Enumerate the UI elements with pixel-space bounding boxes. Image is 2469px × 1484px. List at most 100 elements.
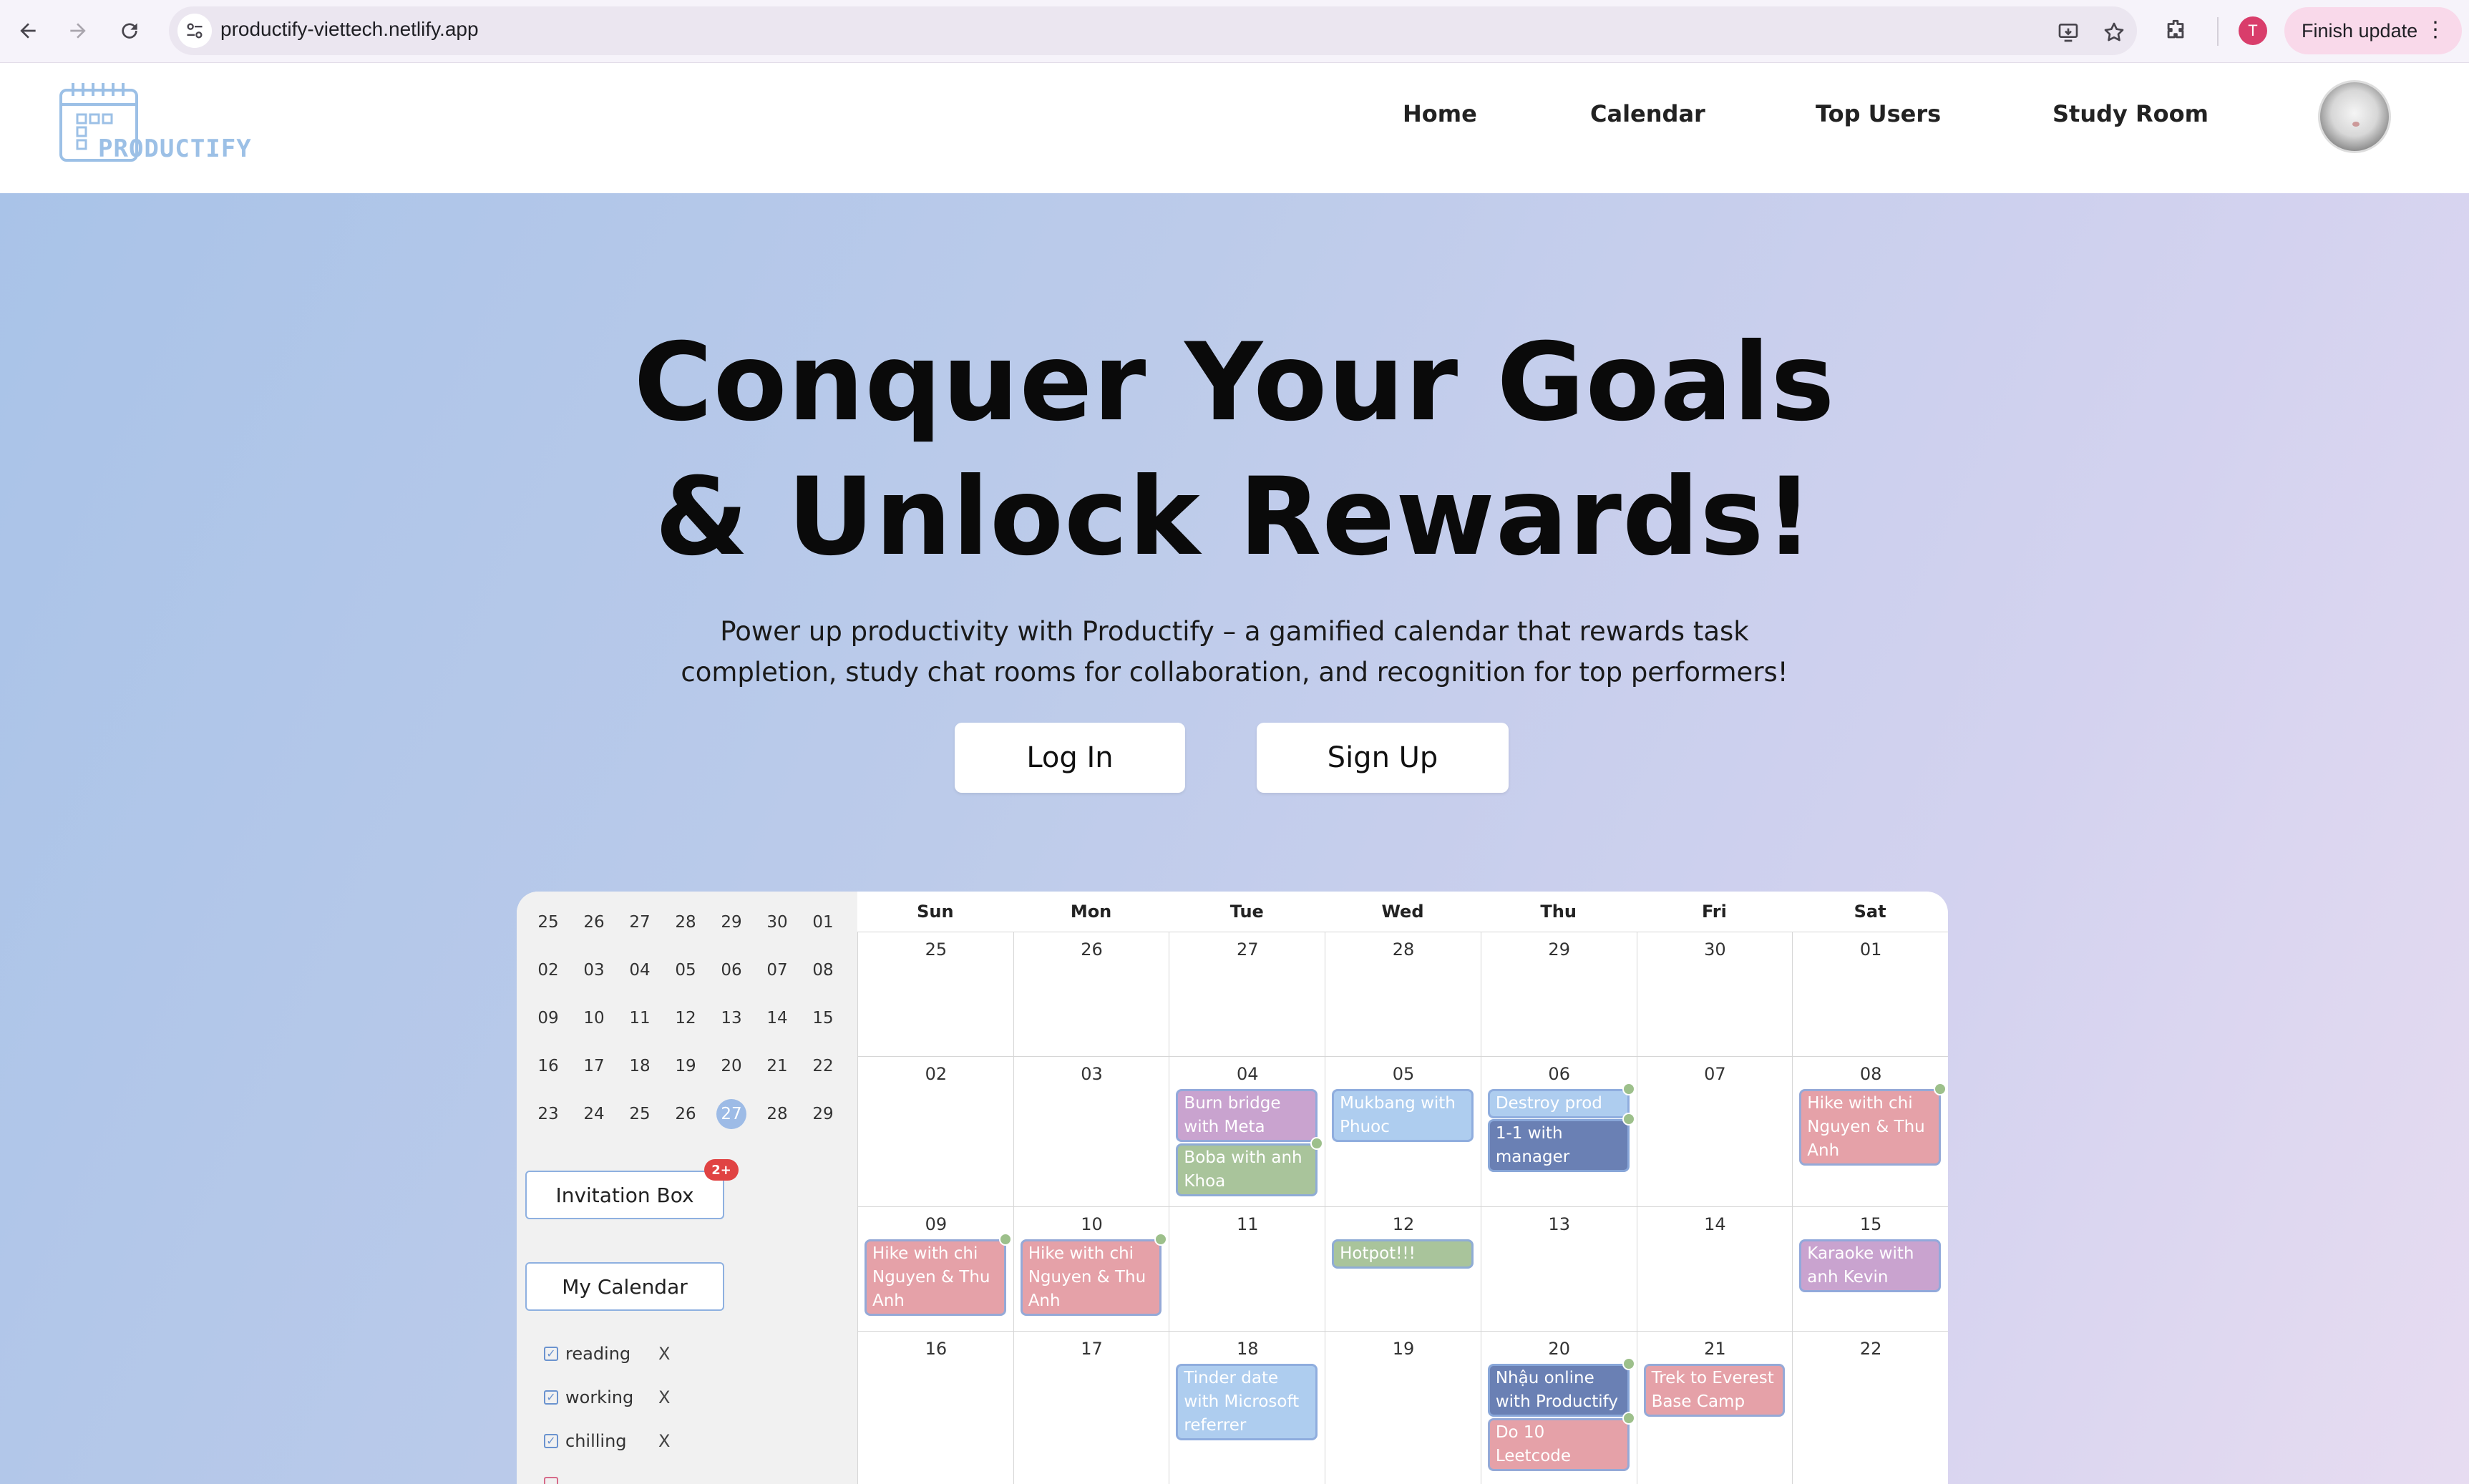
mini-calendar-day[interactable]: 28 — [668, 913, 703, 932]
mini-calendar-day[interactable]: 19 — [668, 1057, 703, 1075]
category-checkbox[interactable]: ✓ — [544, 1434, 558, 1448]
calendar-event[interactable]: Do 10 Leetcode Hard — [1487, 1418, 1630, 1471]
calendar-day-cell[interactable]: 13 — [1480, 1206, 1637, 1332]
calendar-day-cell[interactable]: 12 — [1325, 1206, 1481, 1332]
calendar-day-cell[interactable]: 02 — [857, 1056, 1014, 1207]
mini-calendar-day[interactable]: 07 — [759, 961, 795, 980]
mini-calendar-day[interactable]: 03 — [576, 961, 612, 980]
reload-icon[interactable] — [112, 13, 147, 49]
calendar-event[interactable]: Burn bridge with Meta — [1176, 1089, 1318, 1142]
login-button[interactable]: Log In — [955, 723, 1185, 793]
mini-calendar-day[interactable]: 12 — [668, 1009, 703, 1027]
calendar-day-cell[interactable]: 25 — [857, 932, 1014, 1057]
star-icon[interactable] — [2100, 18, 2128, 47]
mini-calendar-day[interactable]: 13 — [714, 1009, 749, 1027]
my-calendar-button[interactable]: My Calendar — [525, 1262, 724, 1311]
url-text[interactable]: productify-viettech.netlify.app — [220, 18, 479, 41]
remove-category-button[interactable]: X — [658, 1344, 670, 1364]
calendar-event[interactable]: Hotpot!!! — [1332, 1239, 1474, 1269]
day-number: 26 — [1081, 939, 1103, 960]
mini-calendar-day[interactable]: 14 — [759, 1009, 795, 1027]
calendar-event[interactable]: Hike with chi Nguyen & Thu Anh — [1020, 1239, 1162, 1316]
calendar-event[interactable]: 1-1 with manager — [1487, 1119, 1630, 1172]
mini-calendar-day[interactable]: 09 — [530, 1009, 566, 1027]
mini-calendar-day[interactable]: 26 — [668, 1105, 703, 1123]
mini-calendar-day[interactable]: 29 — [714, 913, 749, 932]
productify-logo[interactable]: PRODUCTIFY — [59, 80, 252, 166]
calendar-event[interactable]: Karaoke with anh Kevin — [1799, 1239, 1941, 1292]
mini-calendar-day[interactable]: 27 — [716, 1099, 746, 1129]
mini-calendar-day[interactable]: 23 — [530, 1105, 566, 1123]
nav-study-room[interactable]: Study Room — [2052, 100, 2209, 127]
remove-category-button[interactable]: X — [658, 1431, 670, 1451]
calendar-day-cell[interactable]: 16 — [857, 1331, 1014, 1484]
site-settings-icon[interactable] — [177, 14, 212, 48]
calendar-event[interactable]: Tinder date with Microsoft referrer — [1176, 1364, 1318, 1440]
calendar-day-cell[interactable]: 27 — [1169, 932, 1326, 1057]
mini-calendar-day[interactable]: 08 — [805, 961, 841, 980]
calendar-day-cell[interactable]: 28 — [1325, 932, 1481, 1057]
calendar-day-cell[interactable]: 11 — [1169, 1206, 1326, 1332]
calendar-day-cell[interactable]: 03 — [1013, 1056, 1170, 1207]
day-number: 11 — [1237, 1214, 1259, 1234]
calendar-day-cell[interactable]: 19 — [1325, 1331, 1481, 1484]
finish-update-button[interactable]: Finish update ⋮ — [2284, 7, 2462, 54]
mini-calendar-day[interactable]: 01 — [805, 913, 841, 932]
category-checkbox[interactable] — [544, 1477, 558, 1484]
calendar-day-cell[interactable]: 22 — [1792, 1331, 1948, 1484]
mini-calendar-day[interactable]: 02 — [530, 961, 566, 980]
calendar-day-cell[interactable]: 14 — [1636, 1206, 1793, 1332]
mini-calendar-day[interactable]: 17 — [576, 1057, 612, 1075]
mini-calendar-day[interactable]: 05 — [668, 961, 703, 980]
calendar-day-cell[interactable]: 26 — [1013, 932, 1170, 1057]
mini-calendar-day[interactable]: 15 — [805, 1009, 841, 1027]
remove-category-button[interactable]: X — [658, 1387, 670, 1407]
calendar-day-cell[interactable]: 29 — [1480, 932, 1637, 1057]
calendar-event[interactable]: Hike with chi Nguyen & Thu Anh — [1799, 1089, 1941, 1166]
calendar-event[interactable]: Nhậu online with Productify — [1487, 1364, 1630, 1417]
calendar-day-cell[interactable]: 17 — [1013, 1331, 1170, 1484]
mini-calendar-day[interactable]: 10 — [576, 1009, 612, 1027]
mini-calendar-day[interactable]: 24 — [576, 1105, 612, 1123]
invitation-box-button[interactable]: Invitation Box — [525, 1171, 724, 1219]
nav-home[interactable]: Home — [1403, 100, 1477, 127]
more-vert-icon[interactable]: ⋮ — [2425, 17, 2446, 42]
calendar-event[interactable]: Mukbang with Phuoc — [1332, 1089, 1474, 1142]
calendar-event[interactable]: Destroy prod — [1487, 1089, 1630, 1118]
mini-calendar-day[interactable]: 25 — [530, 913, 566, 932]
mini-calendar-day[interactable]: 22 — [805, 1057, 841, 1075]
calendar-event[interactable]: Boba with anh Khoa — [1176, 1143, 1318, 1196]
mini-calendar-day[interactable]: 18 — [622, 1057, 658, 1075]
mini-calendar-day[interactable]: 30 — [759, 913, 795, 932]
nav-calendar[interactable]: Calendar — [1590, 100, 1705, 127]
mini-calendar-day[interactable]: 26 — [576, 913, 612, 932]
mini-calendar-day[interactable]: 16 — [530, 1057, 566, 1075]
back-arrow-icon[interactable] — [10, 13, 46, 49]
address-bar[interactable]: productify-viettech.netlify.app — [169, 6, 2137, 55]
calendar-sidebar: 25 26 27 28 29 30 01 02 03 04 05 06 07 08 09 10 11 12 13 14… — [517, 892, 857, 1484]
signup-button[interactable]: Sign Up — [1257, 723, 1509, 793]
event-title-line: Boba with anh — [1184, 1148, 1302, 1167]
install-app-icon[interactable] — [2054, 18, 2083, 47]
calendar-day-cell[interactable]: 07 — [1636, 1056, 1793, 1207]
category-checkbox[interactable]: ✓ — [544, 1347, 558, 1361]
calendar-day-cell[interactable]: 30 — [1636, 932, 1793, 1057]
mini-calendar-day[interactable]: 21 — [759, 1057, 795, 1075]
mini-calendar-day[interactable]: 29 — [805, 1105, 841, 1123]
mini-calendar-day[interactable]: 11 — [622, 1009, 658, 1027]
mini-calendar-day[interactable]: 06 — [714, 961, 749, 980]
profile-avatar[interactable]: T — [2239, 16, 2267, 45]
calendar-event[interactable]: Hike with chi Nguyen & Thu Anh — [865, 1239, 1006, 1316]
calendar-day-cell[interactable]: 01 — [1792, 932, 1948, 1057]
mini-calendar-day[interactable]: 28 — [759, 1105, 795, 1123]
category-checkbox[interactable]: ✓ — [544, 1390, 558, 1405]
extensions-icon[interactable] — [2160, 14, 2191, 46]
mini-calendar-day[interactable]: 25 — [622, 1105, 658, 1123]
calendar-event[interactable]: Trek to Everest Base Camp — [1643, 1364, 1786, 1417]
mini-calendar-day[interactable]: 27 — [622, 913, 658, 932]
nav-top-users[interactable]: Top Users — [1816, 100, 1941, 127]
forward-arrow-icon[interactable] — [60, 13, 96, 49]
mini-calendar-day[interactable]: 20 — [714, 1057, 749, 1075]
mini-calendar-day[interactable]: 04 — [622, 961, 658, 980]
user-avatar[interactable] — [2318, 80, 2391, 153]
